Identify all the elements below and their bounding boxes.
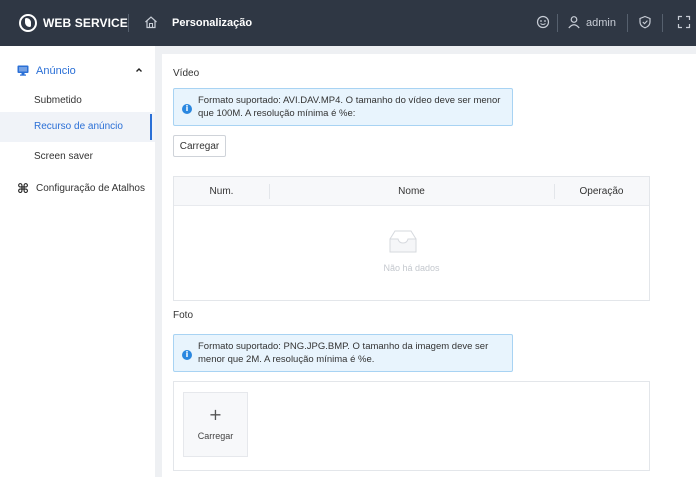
video-upload-button[interactable]: Carregar [173, 135, 226, 157]
header-divider [128, 14, 129, 32]
video-info-text: Formato suportado: AVI.DAV.MP4. O tamanh… [198, 95, 501, 119]
sidebar-item-label: Recurso de anúncio [34, 121, 123, 132]
empty-inbox-icon [389, 230, 417, 253]
sidebar-item-label: Configuração de Atalhos [36, 183, 145, 194]
main-panel: Vídeo i Formato suportado: AVI.DAV.MP4. … [162, 54, 696, 477]
header-divider [627, 14, 628, 32]
logo-icon [19, 14, 37, 32]
sidebar-item-label: Submetido [34, 95, 82, 106]
column-header-operacao: Operação [579, 186, 624, 197]
sidebar-item-recurso-de-anuncio[interactable]: Recurso de anúncio [0, 112, 155, 142]
photo-upload-button[interactable]: + Carregar [183, 392, 248, 457]
sidebar: Anúncio Submetido Recurso de anúncio Scr… [0, 46, 155, 477]
info-icon: i [182, 104, 192, 114]
shield-icon[interactable] [638, 15, 652, 29]
video-info-alert: i Formato suportado: AVI.DAV.MP4. O tama… [173, 88, 513, 126]
command-icon: ⌘ [17, 182, 30, 197]
fullscreen-icon[interactable] [677, 15, 691, 29]
chevron-up-icon[interactable] [135, 66, 143, 74]
monitor-icon [17, 65, 29, 76]
photo-info-text: Formato suportado: PNG.JPG.BMP. O tamanh… [198, 341, 489, 365]
plus-icon: + [208, 405, 223, 424]
help-icon[interactable] [536, 15, 550, 29]
sidebar-item-label: Screen saver [34, 151, 93, 162]
sidebar-group-anuncio[interactable]: Anúncio [0, 56, 155, 86]
photo-section-title: Foto [173, 310, 194, 321]
sidebar-item-screen-saver[interactable]: Screen saver [0, 142, 155, 172]
video-table: Num. Nome Operação Não há dados [173, 176, 650, 301]
home-icon[interactable] [144, 15, 158, 29]
photo-upload-label: Carregar [197, 431, 234, 441]
column-header-num: Num. [209, 186, 234, 197]
column-header-nome: Nome [398, 186, 425, 197]
page-title[interactable]: Personalização [172, 17, 252, 29]
sidebar-group-label: Anúncio [36, 65, 76, 77]
info-icon: i [182, 350, 192, 360]
photo-info-alert: i Formato suportado: PNG.JPG.BMP. O tama… [173, 334, 513, 372]
header-divider [557, 14, 558, 32]
photo-upload-area: + Carregar [173, 381, 650, 471]
header-divider [662, 14, 663, 32]
sidebar-item-configuracao-de-atalhos[interactable]: ⌘ Configuração de Atalhos [0, 174, 155, 204]
table-header: Num. Nome Operação [174, 177, 649, 206]
brand-name: WEB SERVICE [43, 16, 128, 30]
empty-state-text: Não há dados [383, 263, 440, 273]
video-section-title: Vídeo [173, 68, 200, 79]
user-name[interactable]: admin [586, 17, 616, 29]
user-icon[interactable] [567, 15, 581, 29]
top-header: WEB SERVICE Personalização admin [0, 0, 696, 46]
